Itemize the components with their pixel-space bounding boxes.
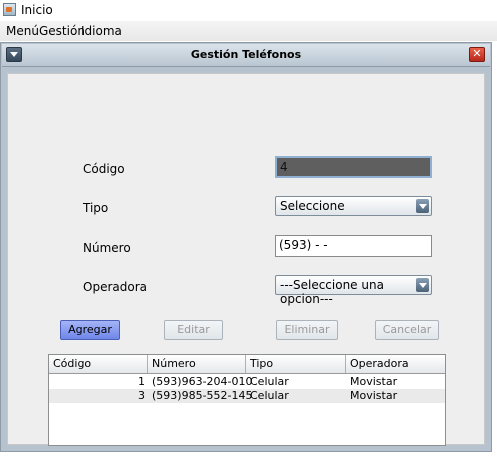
column-divider [245,355,246,373]
eliminar-button[interactable]: Eliminar [276,320,338,340]
cell-numero: (593)985-552-145 [152,389,253,402]
cell-tipo: Celular [250,375,289,388]
tipo-label: Tipo [83,201,109,215]
cancelar-button[interactable]: Cancelar [375,320,439,340]
cell-operadora: Movistar [350,375,398,388]
app-title: Inicio [21,3,53,17]
close-icon[interactable]: ✕ [469,47,485,62]
editar-button[interactable]: Editar [164,320,223,340]
numero-label: Número [83,241,131,255]
column-header-codigo[interactable]: Código [53,357,91,370]
chevron-down-icon[interactable] [416,199,429,213]
agregar-button[interactable]: Agregar [60,320,120,340]
operadora-select-value: ---Seleccione una opcion--- [280,278,384,306]
operadora-select[interactable]: ---Seleccione una opcion--- [275,275,432,306]
menu-gestion[interactable]: Gestión [39,24,85,38]
table-row[interactable]: 1 (593)963-204-010 Celular Movistar [49,375,445,389]
column-header-numero[interactable]: Número [152,357,196,370]
telefonos-table[interactable]: Código Número Tipo Operadora 1 (593)963-… [48,354,446,446]
form-panel: Código 4 Tipo Seleccione Número (593) - … [7,73,485,446]
app-titlebar: Inicio [0,0,497,20]
tipo-select-value: Seleccione [280,199,345,213]
column-header-tipo[interactable]: Tipo [250,357,273,370]
internal-frame-title: Gestión Teléfonos [190,48,302,61]
codigo-field[interactable]: 4 [275,156,432,178]
numero-field[interactable]: (593) - - [275,235,432,257]
java-app-icon [3,3,16,16]
cell-codigo: 1 [138,375,145,388]
cell-operadora: Movistar [350,389,398,402]
column-divider [345,355,346,373]
cell-tipo: Celular [250,389,289,402]
tipo-select[interactable]: Seleccione [275,196,432,216]
operadora-label: Operadora [83,280,147,294]
table-row[interactable]: 3 (593)985-552-145 Celular Movistar [49,389,445,403]
menu-idioma[interactable]: Idioma [81,24,122,38]
chevron-down-icon[interactable] [416,278,429,292]
internal-frame-gestion-telefonos: Gestión Teléfonos ✕ Código 4 Tipo Selecc… [0,42,492,452]
table-header: Código Número Tipo Operadora [49,355,445,374]
codigo-label: Código [83,162,125,176]
menubar: Menú Gestión Idioma [0,21,497,42]
internal-frame-titlebar[interactable]: Gestión Teléfonos ✕ [2,44,490,67]
cell-codigo: 3 [138,389,145,402]
menu-menu[interactable]: Menú [6,24,39,38]
cell-numero: (593)963-204-010 [152,375,253,388]
column-header-operadora[interactable]: Operadora [350,357,409,370]
column-divider [147,355,148,373]
